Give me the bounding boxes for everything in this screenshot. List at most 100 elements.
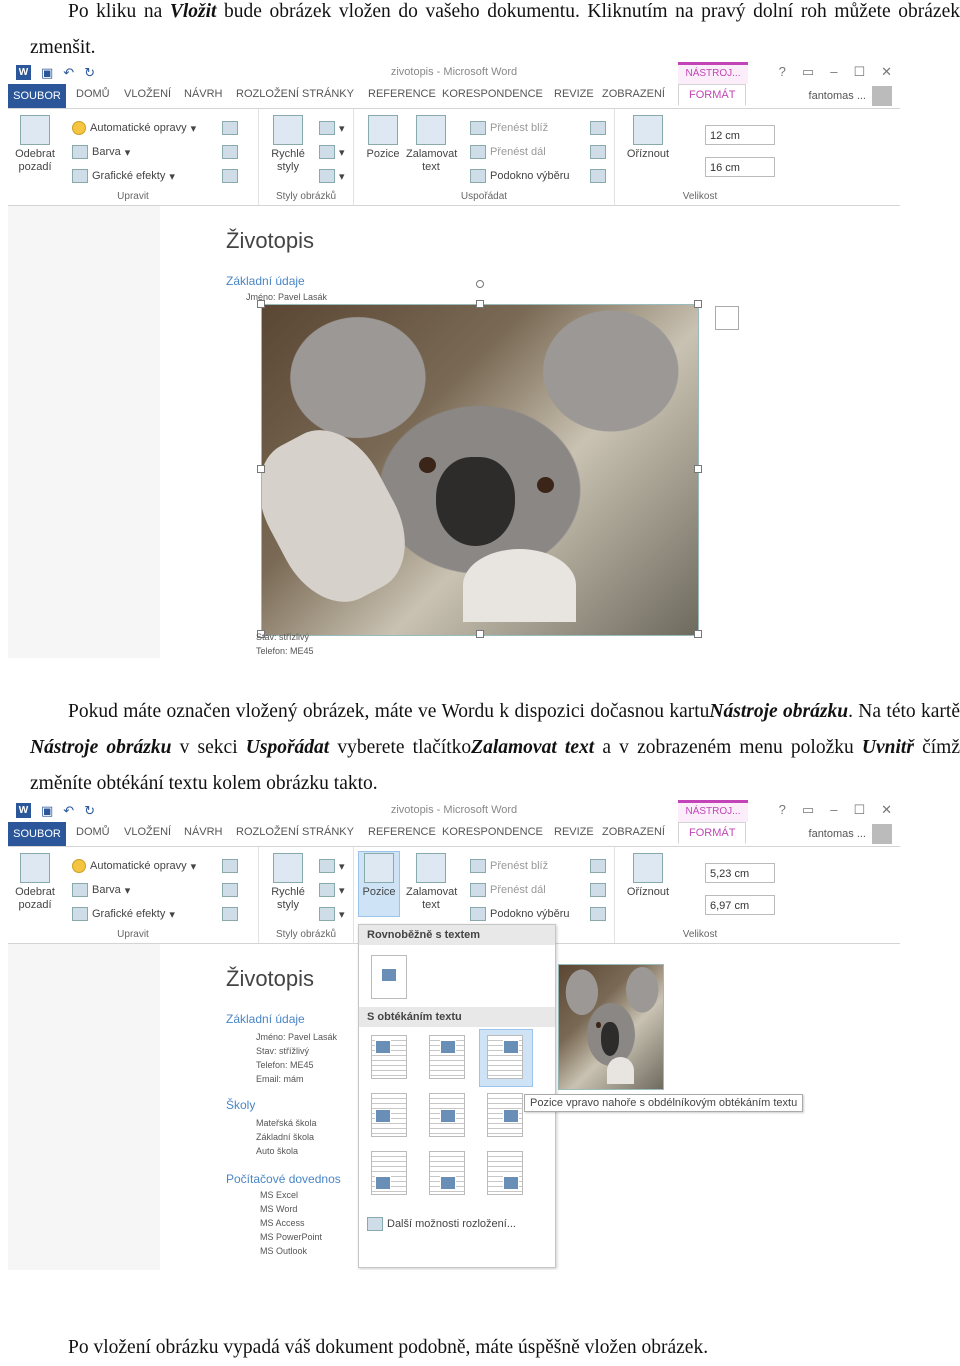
help-icon[interactable]: ? xyxy=(779,64,786,80)
tab-format[interactable]: FORMÁT xyxy=(678,84,747,106)
koala-picture-small[interactable] xyxy=(558,964,664,1090)
position-top-left-option[interactable] xyxy=(371,1035,407,1079)
quick-styles-button[interactable]: Rychlé styly xyxy=(263,853,313,912)
tab-insert[interactable]: VLOŽENÍ xyxy=(124,826,171,838)
resize-handle-top-right[interactable] xyxy=(694,300,702,308)
tab-home[interactable]: DOMŮ xyxy=(76,88,110,100)
compress-button[interactable] xyxy=(222,859,238,873)
minimize-icon[interactable]: – xyxy=(830,64,837,80)
position-top-center-option[interactable] xyxy=(429,1035,465,1079)
more-layout-options[interactable]: Další možnosti rozložení... xyxy=(367,1217,516,1231)
effects-button[interactable]: Grafické efekty ▾ xyxy=(72,169,175,183)
reset-picture-button[interactable] xyxy=(222,907,238,921)
effects-button[interactable]: Grafické efekty ▾ xyxy=(72,907,175,921)
quick-styles-button[interactable]: Rychlé styly xyxy=(263,115,313,174)
remove-background-button[interactable]: Odebrat pozadí xyxy=(10,853,60,912)
close-icon[interactable]: ✕ xyxy=(881,64,892,80)
resize-handle-right[interactable] xyxy=(694,465,702,473)
tab-design[interactable]: NÁVRH xyxy=(184,826,223,838)
align-button[interactable] xyxy=(590,121,606,135)
wrap-text-button[interactable]: Zalamovat text xyxy=(406,115,457,174)
position-top-right-option[interactable] xyxy=(487,1035,523,1079)
position-middle-left-option[interactable] xyxy=(371,1093,407,1137)
resize-handle-bottom[interactable] xyxy=(476,630,484,638)
tab-view[interactable]: ZOBRAZENÍ xyxy=(602,88,665,100)
picture-layout-button[interactable]: ▾ xyxy=(319,169,345,183)
compress-button[interactable] xyxy=(222,121,238,135)
tab-review[interactable]: REVIZE xyxy=(554,88,594,100)
position-bottom-left-option[interactable] xyxy=(371,1151,407,1195)
tab-mailings[interactable]: KORESPONDENCE xyxy=(442,88,543,100)
reset-picture-button[interactable] xyxy=(222,169,238,183)
tab-home[interactable]: DOMŮ xyxy=(76,826,110,838)
position-bottom-center-option[interactable] xyxy=(429,1151,465,1195)
cv-item-status: Stav: střížlivý xyxy=(256,1046,310,1056)
layout-options-icon[interactable] xyxy=(715,306,739,330)
change-picture-button[interactable] xyxy=(222,883,238,897)
rotate-handle[interactable] xyxy=(476,280,484,288)
color-button[interactable]: Barva ▾ xyxy=(72,883,130,897)
picture-effects-button[interactable]: ▾ xyxy=(319,883,345,897)
bring-forward-button[interactable]: Přenést blíž xyxy=(470,121,548,135)
tab-file[interactable]: SOUBOR xyxy=(8,84,66,108)
ribbon-display-icon[interactable]: ▭ xyxy=(802,802,814,818)
tab-design[interactable]: NÁVRH xyxy=(184,88,223,100)
remove-background-button[interactable]: Odebrat pozadí xyxy=(10,115,60,174)
ribbon-display-icon[interactable]: ▭ xyxy=(802,64,814,80)
rotate-button[interactable] xyxy=(590,169,606,183)
height-field[interactable]: 5,23 cm xyxy=(705,863,775,883)
position-bottom-right-option[interactable] xyxy=(487,1151,523,1195)
maximize-icon[interactable]: ☐ xyxy=(853,802,865,818)
position-middle-center-option[interactable] xyxy=(429,1093,465,1137)
selection-pane-button[interactable]: Podokno výběru xyxy=(470,907,570,921)
corrections-button[interactable]: Automatické opravy ▾ xyxy=(72,859,196,873)
position-button[interactable]: Pozice xyxy=(358,115,408,161)
group-objects-button[interactable] xyxy=(590,883,606,897)
user-account[interactable]: fantomas ... xyxy=(809,86,892,106)
tab-view[interactable]: ZOBRAZENÍ xyxy=(602,826,665,838)
tab-page-layout[interactable]: ROZLOŽENÍ STRÁNKY xyxy=(236,826,354,838)
minimize-icon[interactable]: – xyxy=(830,802,837,818)
resize-handle-bottom-right[interactable] xyxy=(694,630,702,638)
position-button[interactable]: Pozice xyxy=(354,853,404,899)
resize-handle-left[interactable] xyxy=(257,465,265,473)
group-size-label: Velikost xyxy=(682,191,718,202)
tab-file[interactable]: SOUBOR xyxy=(8,822,66,846)
tab-page-layout[interactable]: ROZLOŽENÍ STRÁNKY xyxy=(236,88,354,100)
group-objects-button[interactable] xyxy=(590,145,606,159)
tab-mailings[interactable]: KORESPONDENCE xyxy=(442,826,543,838)
position-inline-option[interactable] xyxy=(371,955,407,999)
picture-border-button[interactable]: ▾ xyxy=(319,859,345,873)
resize-handle-top[interactable] xyxy=(476,300,484,308)
user-account[interactable]: fantomas ... xyxy=(809,824,892,844)
maximize-icon[interactable]: ☐ xyxy=(853,64,865,80)
tab-references[interactable]: REFERENCE xyxy=(368,826,436,838)
position-middle-right-option[interactable] xyxy=(487,1093,523,1137)
crop-button[interactable]: Oříznout xyxy=(623,853,673,899)
width-field[interactable]: 16 cm xyxy=(705,157,775,177)
send-backward-button[interactable]: Přenést dál xyxy=(470,145,546,159)
align-button[interactable] xyxy=(590,859,606,873)
color-button[interactable]: Barva ▾ xyxy=(72,145,130,159)
picture-effects-button[interactable]: ▾ xyxy=(319,145,345,159)
wrap-text-button[interactable]: Zalamovat text xyxy=(406,853,457,912)
send-backward-button[interactable]: Přenést dál xyxy=(470,883,546,897)
tab-references[interactable]: REFERENCE xyxy=(368,88,436,100)
bring-forward-button[interactable]: Přenést blíž xyxy=(470,859,548,873)
close-icon[interactable]: ✕ xyxy=(881,802,892,818)
tab-insert[interactable]: VLOŽENÍ xyxy=(124,88,171,100)
tab-review[interactable]: REVIZE xyxy=(554,826,594,838)
selection-pane-button[interactable]: Podokno výběru xyxy=(470,169,570,183)
crop-button[interactable]: Oříznout xyxy=(623,115,673,161)
width-field[interactable]: 6,97 cm xyxy=(705,895,775,915)
change-picture-button[interactable] xyxy=(222,145,238,159)
corrections-button[interactable]: Automatické opravy ▾ xyxy=(72,121,196,135)
help-icon[interactable]: ? xyxy=(779,802,786,818)
height-field[interactable]: 12 cm xyxy=(705,125,775,145)
picture-border-button[interactable]: ▾ xyxy=(319,121,345,135)
rotate-button[interactable] xyxy=(590,907,606,921)
koala-picture[interactable] xyxy=(261,304,699,636)
tab-format[interactable]: FORMÁT xyxy=(678,822,747,844)
picture-layout-button[interactable]: ▾ xyxy=(319,907,345,921)
resize-handle-top-left[interactable] xyxy=(257,300,265,308)
